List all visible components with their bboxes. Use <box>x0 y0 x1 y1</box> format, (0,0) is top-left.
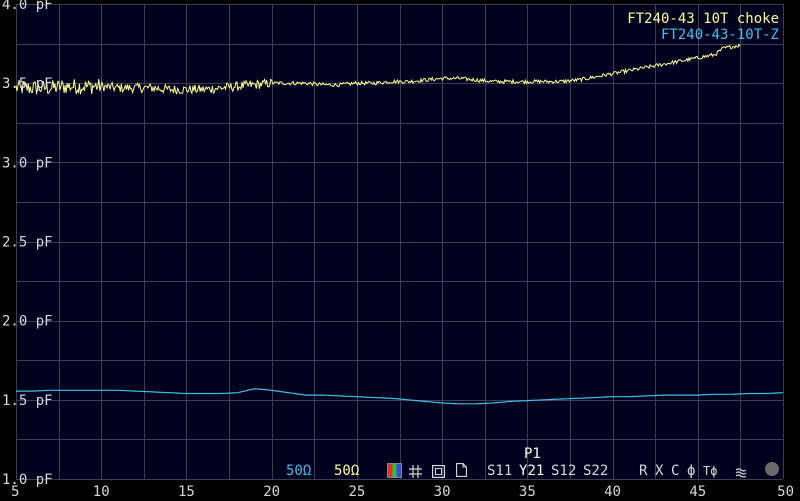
ref-impedance-button-1[interactable]: 50Ω <box>286 463 311 479</box>
format-button-group-delay[interactable]: Tϕ <box>703 463 717 479</box>
plot-panel <box>16 4 783 479</box>
legend-entry-2: FT240-43-10T-Z <box>661 27 779 43</box>
format-button-phase[interactable]: ϕ <box>687 463 695 479</box>
menu-icon[interactable] <box>735 464 747 478</box>
grid-icon[interactable] <box>409 463 422 478</box>
record-icon[interactable] <box>765 462 779 476</box>
document-icon[interactable] <box>456 462 467 477</box>
y-tick-label: 1.5 pF <box>2 393 53 409</box>
y-tick-label: 3.0 pF <box>2 155 53 171</box>
param-button-s12[interactable]: S12 <box>551 463 576 479</box>
format-button-r[interactable]: R <box>639 463 647 479</box>
bottom-toolbar: 50Ω 50Ω P1 S11 Y21 S12 S22 R X C ϕ Tϕ <box>0 446 800 490</box>
color-palette-icon[interactable] <box>387 463 402 478</box>
y-tick-label: 2.5 pF <box>2 235 53 251</box>
y-tick-label: 4.0 pF <box>2 0 53 13</box>
param-button-s11[interactable]: S11 <box>487 463 512 479</box>
legend-entry-1: FT240-43 10T choke <box>627 11 779 27</box>
param-button-y21[interactable]: Y21 <box>519 463 544 479</box>
format-button-c[interactable]: C <box>671 463 679 479</box>
y-tick-label: 2.0 pF <box>2 314 53 330</box>
format-button-x[interactable]: X <box>655 463 663 479</box>
layout-icon[interactable] <box>432 463 446 479</box>
ref-impedance-button-2[interactable]: 50Ω <box>334 463 359 479</box>
port-label: P1 <box>524 446 541 462</box>
param-button-s22[interactable]: S22 <box>583 463 608 479</box>
y-tick-label: 3.5 pF <box>2 76 53 92</box>
plot-area: 1.0 pF1.5 pF2.0 pF2.5 pF3.0 pF3.5 pF4.0 … <box>0 0 800 501</box>
